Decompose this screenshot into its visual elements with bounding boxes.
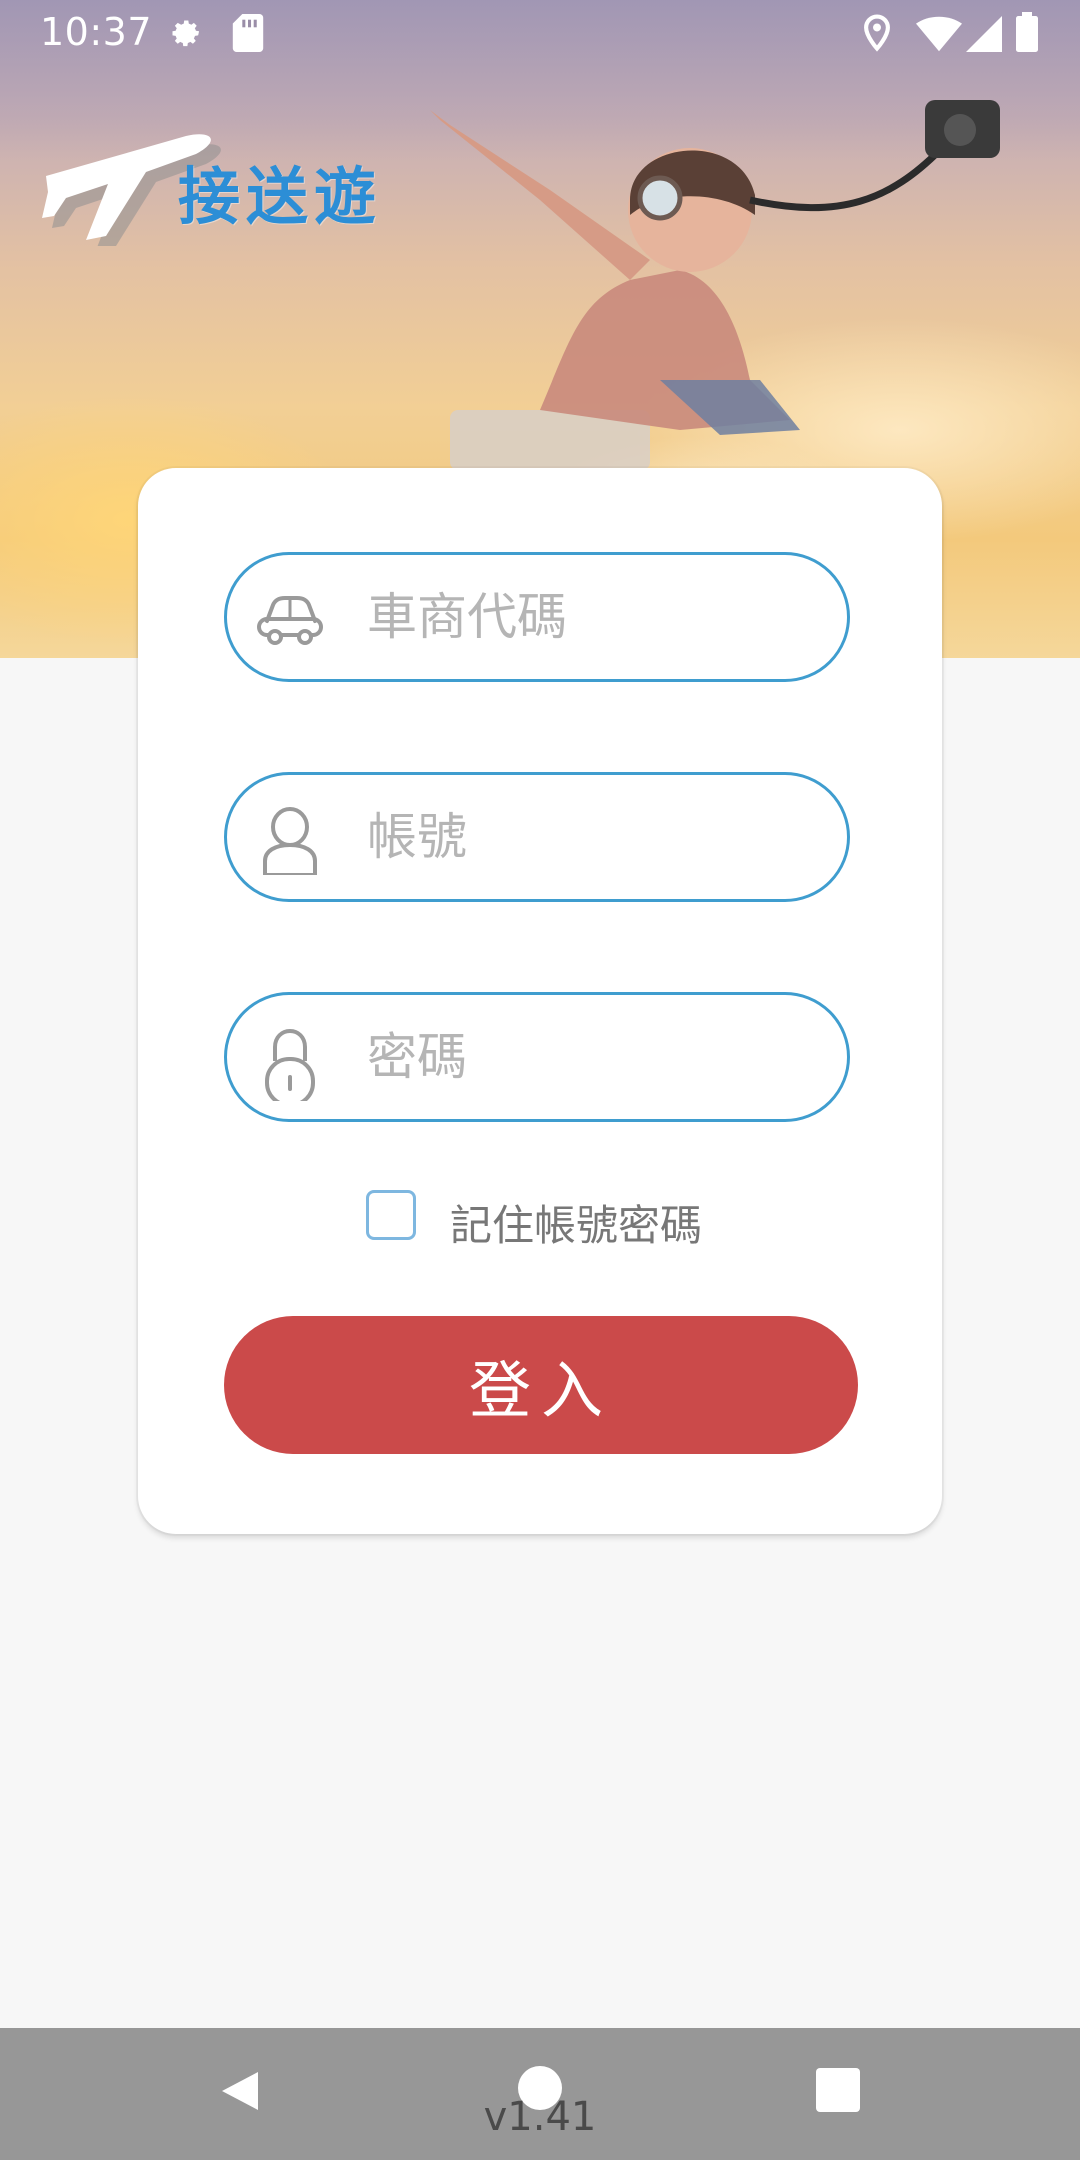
account-field[interactable] [224,772,850,902]
password-field[interactable] [224,992,850,1122]
location-icon [864,14,890,52]
settings-icon [172,20,200,47]
lock-icon [265,1028,315,1101]
remember-checkbox[interactable] [366,1190,416,1240]
account-input[interactable] [367,797,807,877]
remember-label: 記住帳號密碼 [450,1201,703,1250]
car-icon [257,596,323,645]
app-version: v1.41 [483,2094,597,2140]
password-input[interactable] [367,1017,807,1097]
status-time: 10:37 [40,10,153,54]
wifi-icon [916,16,962,52]
signal-icon [966,16,1002,52]
status-bar: 10:37 [0,0,1080,66]
sd-card-icon [232,14,264,52]
app-logo-text: 接送遊 [178,160,383,233]
company-code-field[interactable] [224,552,850,682]
banner-illustration [430,100,1000,470]
company-code-input[interactable] [367,577,807,657]
login-card: 記住帳號密碼 登入 [138,468,942,1534]
user-icon [263,807,317,875]
battery-icon [1016,12,1038,52]
login-button[interactable]: 登入 [224,1316,858,1454]
